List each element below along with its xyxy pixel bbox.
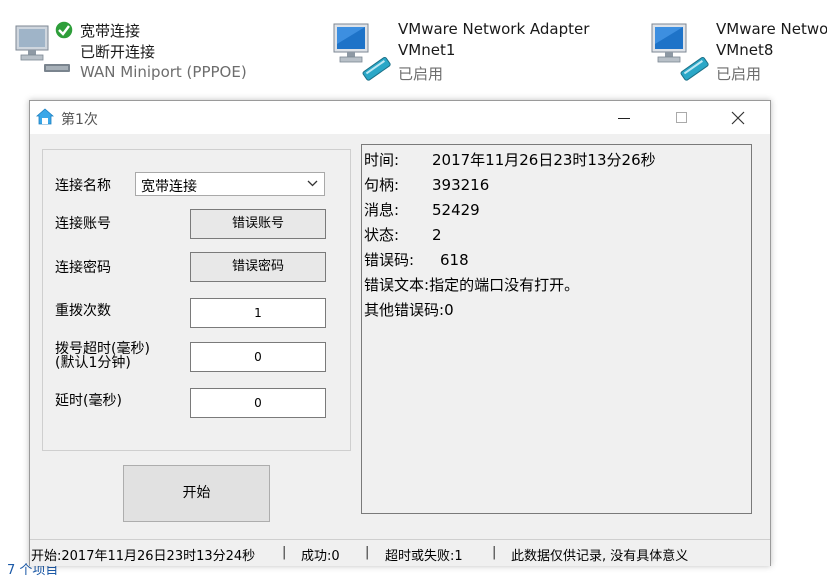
log-key: 时间: [364,151,400,169]
close-button[interactable] [724,107,752,129]
dialog-title: 第1次 [61,112,98,128]
log-row-message: 消息: 52429 [364,201,480,219]
log-key: 其他错误码: [364,301,445,319]
delay-input[interactable]: 0 [190,388,326,418]
log-value: 0 [444,301,454,319]
chevron-down-icon [307,180,318,187]
network-computer-icon [15,20,74,72]
connection-name: 宽带连接 [80,22,141,40]
network-adapter-icon [333,23,391,81]
connection-name-select[interactable]: 宽带连接 [135,172,325,196]
status-separator: | [492,545,497,560]
maximize-button[interactable] [667,107,695,129]
app-home-icon [36,108,54,125]
log-key: 句柄: [364,176,400,194]
log-value: 52429 [432,201,480,219]
log-value: 2 [432,226,442,244]
account-label: 连接账号 [55,216,111,232]
status-success-count: 成功:0 [301,549,340,564]
log-key: 错误码: [364,251,415,269]
log-row-error-code: 错误码: 618 [364,251,469,269]
log-key: 消息: [364,201,400,219]
account-button[interactable]: 错误账号 [190,209,326,239]
close-icon [731,111,745,125]
connection-device: WAN Miniport (PPPOE) [80,63,247,81]
start-button[interactable]: 开始 [123,465,270,522]
log-output[interactable]: 时间: 2017年11月26日23时13分26秒 句柄: 393216 消息: 524… [361,144,752,514]
log-value: 指定的端口没有打开。 [429,276,580,294]
log-key: 状态: [364,226,400,244]
status-separator: | [365,545,370,560]
status-note: 此数据仅供记录, 没有具体意义 [511,549,689,564]
log-key: 错误文本: [364,276,430,294]
connection-name-label: 连接名称 [55,178,111,194]
status-separator: | [282,545,287,560]
log-row-state: 状态: 2 [364,226,442,244]
dial-dialog: 第1次 连接名称 连接账号 连接密码 重拨次数 拨号超时(毫秒) (默认1分钟)… [29,100,771,566]
connection-name: VMware Network Adapter [398,20,590,38]
redial-count-label: 重拨次数 [55,303,111,319]
log-row-other-error: 其他错误码:0 [364,301,454,319]
log-value: 618 [440,251,469,269]
connection-status: 已启用 [398,65,444,83]
log-value: 2017年11月26日23时13分26秒 [432,151,656,169]
connection-name-selected: 宽带连接 [141,179,197,195]
log-row-time: 时间: 2017年11月26日23时13分26秒 [364,151,656,169]
dial-timeout-input[interactable]: 0 [190,342,326,372]
connection-name-line2: VMnet8 [716,41,774,59]
delay-label: 延时(毫秒) [55,393,122,409]
connection-status: 已启用 [716,65,762,83]
log-value: 393216 [432,176,490,194]
log-row-error-text: 错误文本:指定的端口没有打开。 [364,276,579,294]
window-top-strip [0,0,827,6]
password-button[interactable]: 错误密码 [190,252,326,282]
connection-status: 已断开连接 [80,43,156,61]
network-adapter-icon [651,23,709,81]
status-fail-count: 超时或失败:1 [385,549,463,564]
redial-count-input[interactable]: 1 [190,298,326,328]
title-bar[interactable]: 第1次 [30,101,770,134]
connection-name-line2: VMnet1 [398,41,456,59]
connection-name: VMware Network [716,20,827,38]
log-row-handle: 句柄: 393216 [364,176,489,194]
status-bar: 开始:2017年11月26日23时13分24秒 | 成功:0 | 超时或失败:1… [30,539,770,566]
password-label: 连接密码 [55,260,111,276]
dial-timeout-hint: (默认1分钟) [55,355,131,371]
status-start-time: 开始:2017年11月26日23时13分24秒 [31,549,256,564]
minimize-button[interactable] [610,107,638,129]
